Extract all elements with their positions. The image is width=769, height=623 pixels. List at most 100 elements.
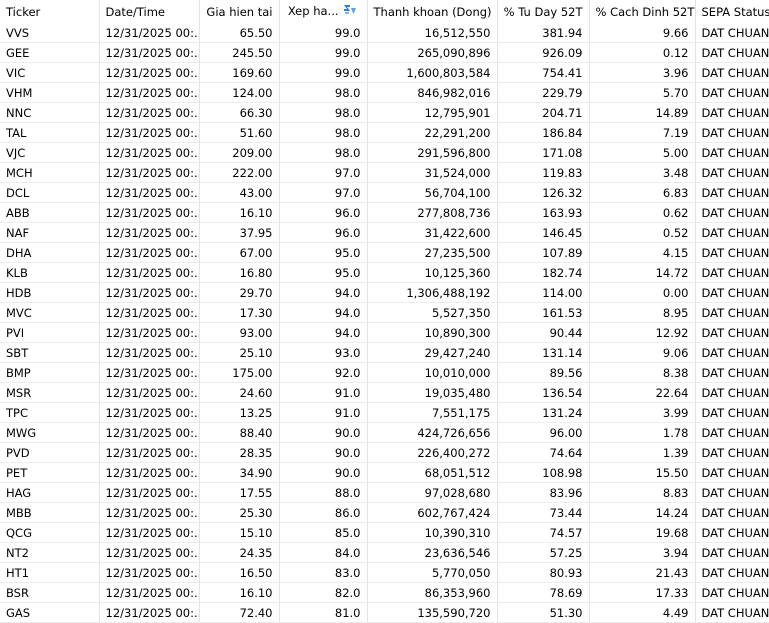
column-header-rank[interactable]: Xep ha...: [279, 0, 368, 23]
cell-liquidity: 22,291,200: [367, 122, 498, 143]
cell-ticker: BSR: [0, 582, 100, 603]
cell-from-low: 89.56: [497, 362, 590, 383]
column-header-from-high[interactable]: % Cach Dinh 52T: [589, 0, 696, 23]
table-row[interactable]: VJC 12/31/2025 00:... 209.00 98.0 291,596,80…: [0, 142, 769, 163]
table-row[interactable]: KLB 12/31/2025 00:... 16.80 95.0 10,125,360 1…: [0, 262, 769, 283]
cell-rank: 91.0: [279, 402, 368, 423]
column-header-ticker[interactable]: Ticker: [0, 0, 100, 23]
cell-rank: 95.0: [279, 262, 368, 283]
cell-price: 34.90: [199, 462, 280, 483]
cell-sepa-status: DAT CHUAN: [695, 482, 769, 503]
cell-datetime: 12/31/2025 00:...: [99, 602, 200, 623]
cell-sepa-status: DAT CHUAN: [695, 42, 769, 63]
table-row[interactable]: GEE 12/31/2025 00:... 245.50 99.0 265,090,89…: [0, 42, 769, 63]
cell-sepa-status: DAT CHUAN: [695, 222, 769, 243]
cell-ticker: PET: [0, 462, 100, 483]
cell-rank: 98.0: [279, 142, 368, 163]
cell-price: 245.50: [199, 42, 280, 63]
cell-rank: 93.0: [279, 342, 368, 363]
table-row[interactable]: NNC 12/31/2025 00:... 66.30 98.0 12,795,901 2…: [0, 102, 769, 123]
cell-sepa-status: DAT CHUAN: [695, 402, 769, 423]
table-row[interactable]: BMP 12/31/2025 00:... 175.00 92.0 10,010,000…: [0, 362, 769, 383]
cell-datetime: 12/31/2025 00:...: [99, 282, 200, 303]
cell-price: 51.60: [199, 122, 280, 143]
table-row[interactable]: DHA 12/31/2025 00:... 67.00 95.0 27,235,500 1…: [0, 242, 769, 263]
table-row[interactable]: QCG 12/31/2025 00:... 15.10 85.0 10,390,310 7…: [0, 522, 769, 543]
cell-datetime: 12/31/2025 00:...: [99, 202, 200, 223]
cell-rank: 98.0: [279, 102, 368, 123]
cell-from-low: 136.54: [497, 382, 590, 403]
table-row[interactable]: HT1 12/31/2025 00:... 16.50 83.0 5,770,050 80…: [0, 562, 769, 583]
cell-sepa-status: DAT CHUAN: [695, 462, 769, 483]
column-header-sepa-status[interactable]: SEPA Status: [695, 0, 769, 23]
table-row[interactable]: SBT 12/31/2025 00:... 25.10 93.0 29,427,240 1…: [0, 342, 769, 363]
cell-rank: 97.0: [279, 162, 368, 183]
cell-from-low: 78.69: [497, 582, 590, 603]
table-row[interactable]: MBB 12/31/2025 00:... 25.30 86.0 602,767,424…: [0, 502, 769, 523]
cell-from-low: 204.71: [497, 102, 590, 123]
cell-liquidity: 23,636,546: [367, 542, 498, 563]
cell-price: 25.30: [199, 502, 280, 523]
table-row[interactable]: PET 12/31/2025 00:... 34.90 90.0 68,051,512 1…: [0, 462, 769, 483]
column-header-datetime[interactable]: Date/Time: [99, 0, 200, 23]
cell-ticker: PVI: [0, 322, 100, 343]
cell-from-high: 7.19: [589, 122, 696, 143]
cell-datetime: 12/31/2025 00:...: [99, 23, 200, 43]
cell-ticker: GEE: [0, 42, 100, 63]
cell-sepa-status: DAT CHUAN: [695, 362, 769, 383]
cell-sepa-status: DAT CHUAN: [695, 322, 769, 343]
column-header-liquidity[interactable]: Thanh khoan (Dong): [367, 0, 498, 23]
table-row[interactable]: PVI 12/31/2025 00:... 93.00 94.0 10,890,300 9…: [0, 322, 769, 343]
table-row[interactable]: VHM 12/31/2025 00:... 124.00 98.0 846,982,01…: [0, 82, 769, 103]
table-row[interactable]: VVS 12/31/2025 00:... 65.50 99.0 16,512,550 3…: [0, 23, 769, 43]
cell-datetime: 12/31/2025 00:...: [99, 542, 200, 563]
cell-from-high: 8.83: [589, 482, 696, 503]
cell-ticker: GAS: [0, 602, 100, 623]
table-row[interactable]: BSR 12/31/2025 00:... 16.10 82.0 86,353,960 7…: [0, 582, 769, 603]
cell-price: 17.55: [199, 482, 280, 503]
cell-from-low: 381.94: [497, 23, 590, 43]
table-row[interactable]: NT2 12/31/2025 00:... 24.35 84.0 23,636,546 5…: [0, 542, 769, 563]
cell-liquidity: 7,551,175: [367, 402, 498, 423]
cell-ticker: VVS: [0, 23, 100, 43]
cell-datetime: 12/31/2025 00:...: [99, 222, 200, 243]
table-row[interactable]: HDB 12/31/2025 00:... 29.70 94.0 1,306,488,1…: [0, 282, 769, 303]
cell-price: 25.10: [199, 342, 280, 363]
table-row[interactable]: DCL 12/31/2025 00:... 43.00 97.0 56,704,100 1…: [0, 182, 769, 203]
table-row[interactable]: MWG 12/31/2025 00:... 88.40 90.0 424,726,656…: [0, 422, 769, 443]
cell-liquidity: 31,422,600: [367, 222, 498, 243]
table-row[interactable]: TPC 12/31/2025 00:... 13.25 91.0 7,551,175 13…: [0, 402, 769, 423]
table-row[interactable]: MVC 12/31/2025 00:... 17.30 94.0 5,527,350 16…: [0, 302, 769, 323]
cell-from-high: 5.00: [589, 142, 696, 163]
table-row[interactable]: NAF 12/31/2025 00:... 37.95 96.0 31,422,600 1…: [0, 222, 769, 243]
table-body: VVS 12/31/2025 00:... 65.50 99.0 16,512,550 3…: [0, 23, 769, 623]
cell-datetime: 12/31/2025 00:...: [99, 182, 200, 203]
table-row[interactable]: MCH 12/31/2025 00:... 222.00 97.0 31,524,000…: [0, 162, 769, 183]
cell-sepa-status: DAT CHUAN: [695, 202, 769, 223]
cell-datetime: 12/31/2025 00:...: [99, 402, 200, 423]
column-header-from-low[interactable]: % Tu Day 52T: [497, 0, 590, 23]
cell-datetime: 12/31/2025 00:...: [99, 62, 200, 83]
table-row[interactable]: MSR 12/31/2025 00:... 24.60 91.0 19,035,480 1…: [0, 382, 769, 403]
cell-sepa-status: DAT CHUAN: [695, 582, 769, 603]
table-row[interactable]: VIC 12/31/2025 00:... 169.60 99.0 1,600,803,…: [0, 62, 769, 83]
cell-liquidity: 226,400,272: [367, 442, 498, 463]
cell-rank: 84.0: [279, 542, 368, 563]
cell-liquidity: 265,090,896: [367, 42, 498, 63]
cell-rank: 83.0: [279, 562, 368, 583]
cell-rank: 96.0: [279, 222, 368, 243]
column-header-price[interactable]: Gia hien tai: [199, 0, 280, 23]
cell-ticker: MCH: [0, 162, 100, 183]
cell-from-high: 9.06: [589, 342, 696, 363]
table-row[interactable]: TAL 12/31/2025 00:... 51.60 98.0 22,291,200 1…: [0, 122, 769, 143]
table-row[interactable]: ABB 12/31/2025 00:... 16.10 96.0 277,808,736…: [0, 202, 769, 223]
cell-rank: 86.0: [279, 502, 368, 523]
table-row[interactable]: HAG 12/31/2025 00:... 17.55 88.0 97,028,680 8…: [0, 482, 769, 503]
cell-price: 15.10: [199, 522, 280, 543]
table-row[interactable]: PVD 12/31/2025 00:... 28.35 90.0 226,400,272…: [0, 442, 769, 463]
cell-sepa-status: DAT CHUAN: [695, 602, 769, 623]
table-row[interactable]: GAS 12/31/2025 00:... 72.40 81.0 135,590,720…: [0, 602, 769, 623]
cell-liquidity: 10,390,310: [367, 522, 498, 543]
cell-from-low: 73.44: [497, 502, 590, 523]
cell-from-high: 14.89: [589, 102, 696, 123]
